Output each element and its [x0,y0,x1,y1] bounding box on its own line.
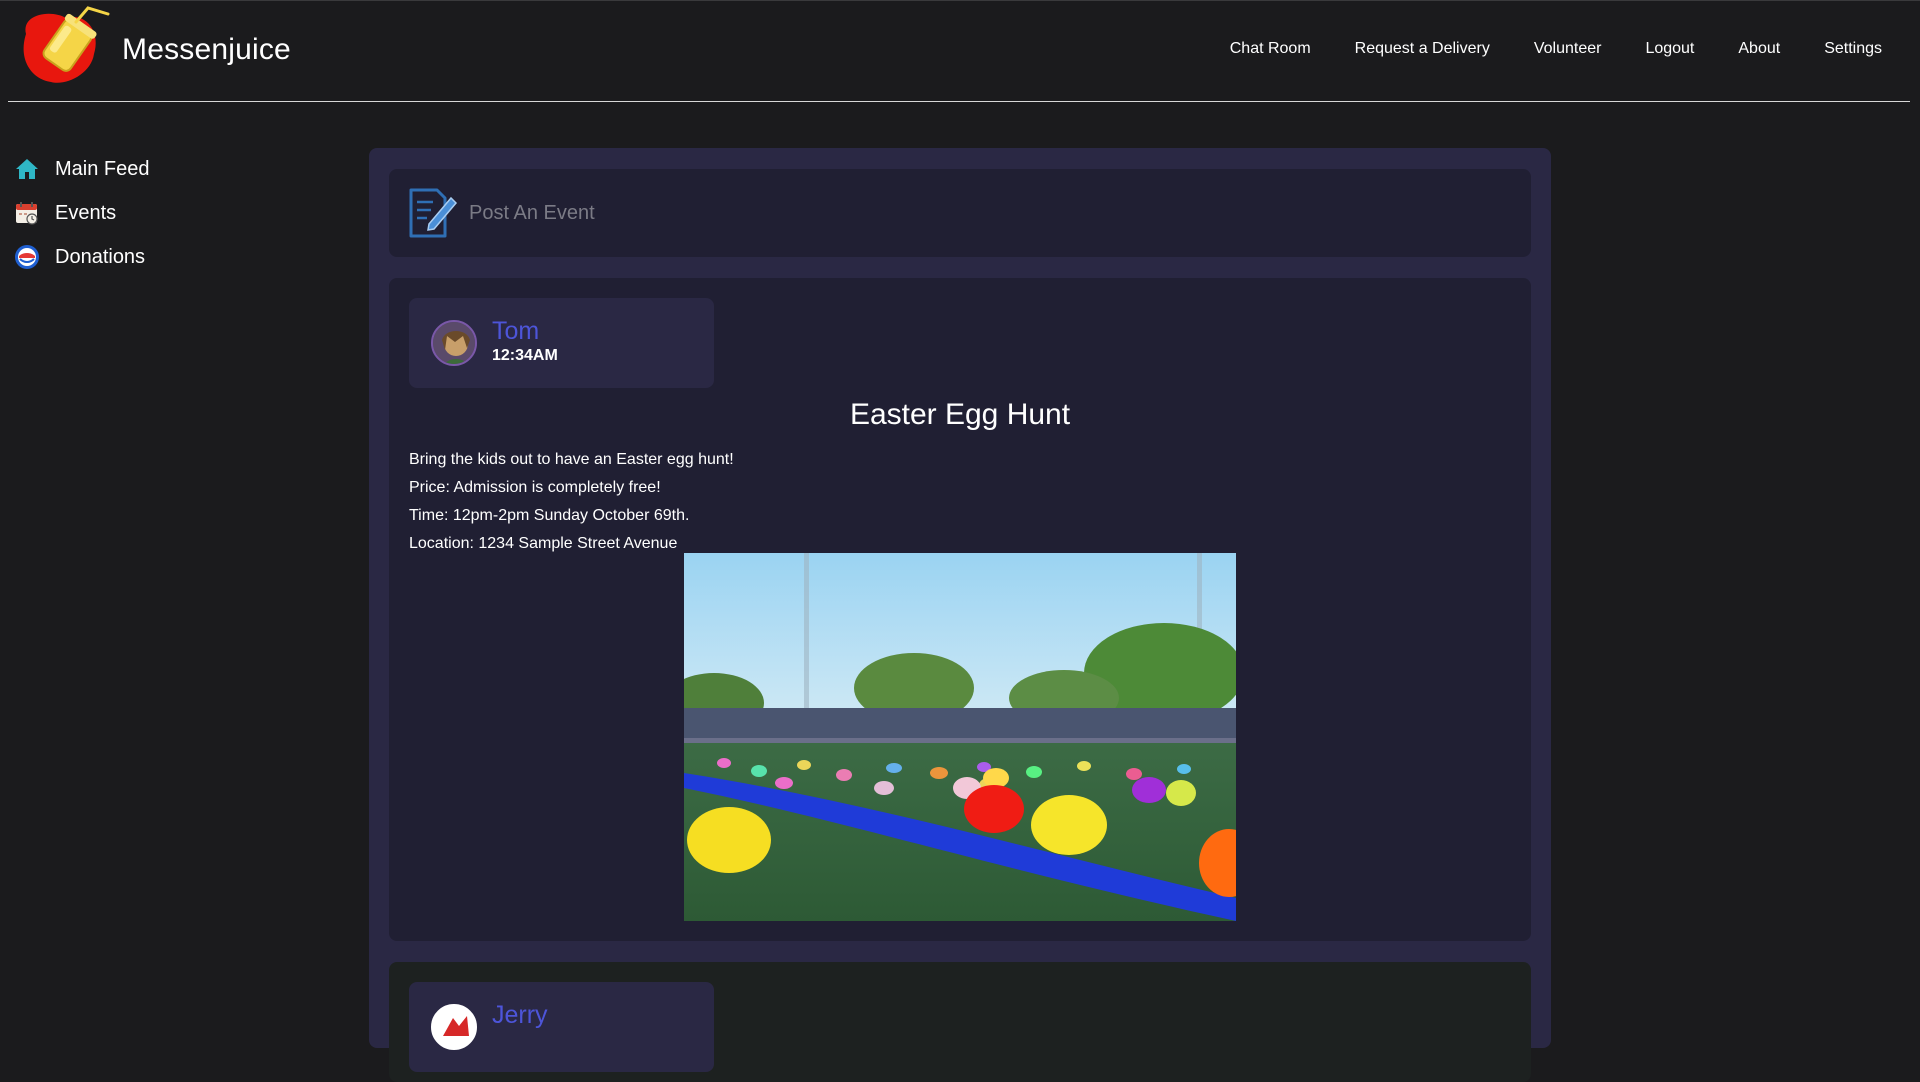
sidebar-item-donations[interactable]: Donations [14,243,314,271]
main-feed: Post An Event Tom 12:34AM Easter Egg Hun… [369,148,1551,1082]
header-divider [8,101,1910,102]
nav-logout[interactable]: Logout [1645,40,1694,58]
sidebar: Main Feed Events Donations [14,155,314,287]
sidebar-item-label: Events [55,201,117,224]
author-chip: Tom 12:34AM [409,298,714,388]
top-navigation: Chat Room Request a Delivery Volunteer L… [1186,40,1882,58]
author-name-link[interactable]: Jerry [492,1001,548,1030]
post-price: Price: Admission is completely free! [409,479,661,496]
nav-chat-room[interactable]: Chat Room [1230,40,1311,58]
app-name: Messenjuice [122,33,291,66]
calendar-icon [14,200,40,226]
author-name-link[interactable]: Tom [492,317,539,346]
post-description: Bring the kids out to have an Easter egg… [409,451,734,468]
post-event-placeholder: Post An Event [469,201,595,224]
messenjuice-logo-icon[interactable] [16,4,116,94]
sidebar-item-label: Main Feed [55,157,150,180]
avatar[interactable] [431,320,477,366]
avatar[interactable] [431,1004,477,1050]
nav-about[interactable]: About [1738,40,1780,58]
event-post: Jerry [389,962,1531,1082]
post-timestamp: 12:34AM [492,347,558,364]
post-event-composer[interactable]: Post An Event [389,169,1531,257]
post-image [684,553,1236,921]
header-top-divider [0,0,1920,1]
edit-document-icon [409,188,458,238]
post-title: Easter Egg Hunt [849,398,1071,431]
event-post: Tom 12:34AM Easter Egg Hunt Bring the ki… [389,278,1531,941]
sidebar-item-events[interactable]: Events [14,199,314,227]
post-time: Time: 12pm-2pm Sunday October 69th. [409,507,690,524]
nav-request-delivery[interactable]: Request a Delivery [1355,40,1490,58]
author-chip: Jerry [409,982,714,1072]
nav-settings[interactable]: Settings [1824,40,1882,58]
home-icon [14,156,40,182]
sidebar-item-label: Donations [55,245,146,268]
app-header: Messenjuice Chat Room Request a Delivery… [0,0,1920,103]
nav-volunteer[interactable]: Volunteer [1534,40,1602,58]
sidebar-item-main-feed[interactable]: Main Feed [14,155,314,183]
donation-icon [14,244,40,270]
post-body: Bring the kids out to have an Easter egg… [409,446,734,558]
